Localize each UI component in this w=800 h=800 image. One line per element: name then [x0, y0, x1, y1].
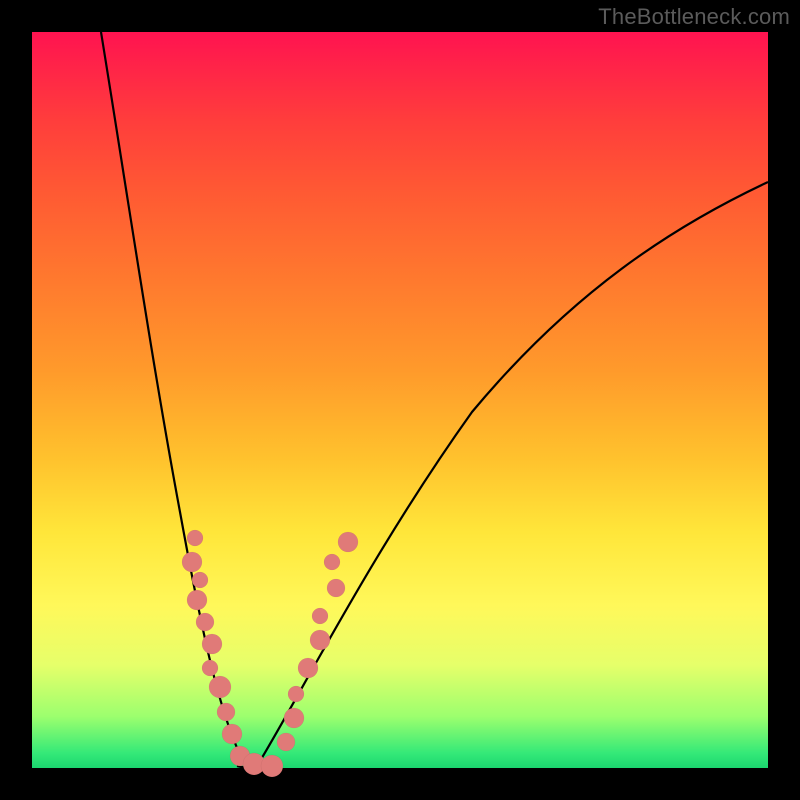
watermark-text: TheBottleneck.com — [598, 4, 790, 30]
curve-left — [101, 32, 247, 768]
bottleneck-curve — [32, 32, 768, 768]
chart-frame: TheBottleneck.com — [0, 0, 800, 800]
curve-data-dots — [182, 530, 358, 777]
curve-right — [257, 182, 768, 766]
chart-plot-area — [32, 32, 768, 768]
